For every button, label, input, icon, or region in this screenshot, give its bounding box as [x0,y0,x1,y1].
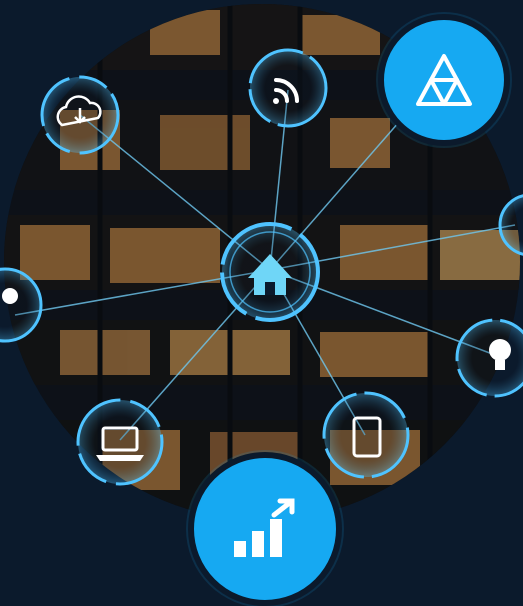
iot-smart-building-scene [0,0,523,606]
growth-chart-icon [234,498,295,557]
node-wifi [248,48,328,128]
node-home [220,222,320,322]
badge-network-triangle [378,14,510,146]
person-icon [2,288,18,304]
node-lightbulb [455,318,523,398]
badge-growth-chart [188,452,342,606]
triangle-network-icon [416,54,472,106]
node-laptop [76,398,164,486]
node-cloud [40,75,120,155]
node-tablet [322,391,410,479]
